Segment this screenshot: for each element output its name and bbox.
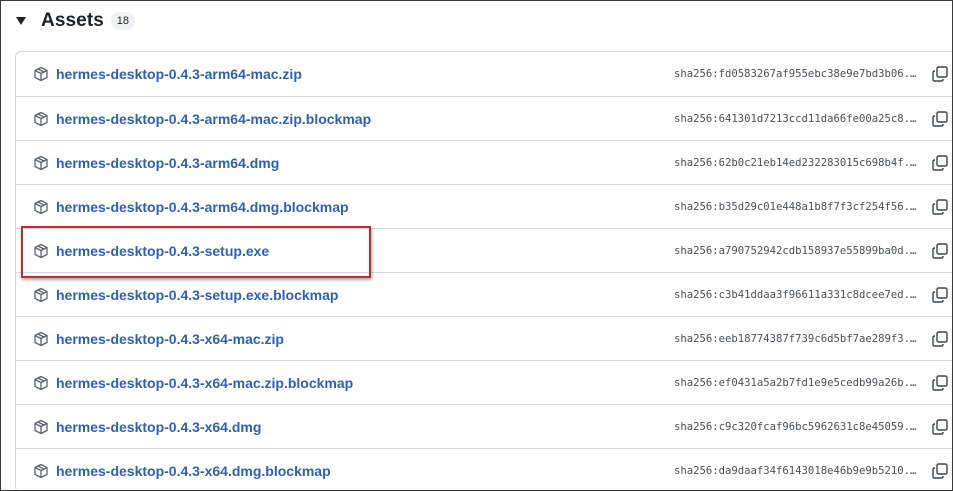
assets-panel: Assets 18 hermes-desktop-0.4.3-arm64-mac…: [0, 0, 953, 491]
assets-header: Assets 18: [13, 7, 135, 35]
copy-icon[interactable]: [931, 286, 949, 304]
asset-link[interactable]: hermes-desktop-0.4.3-x64-mac.zip: [56, 317, 284, 361]
assets-count-badge: 18: [110, 12, 135, 30]
asset-row: hermes-desktop-0.4.3-arm64.dmg.blockmap …: [16, 184, 952, 229]
package-icon: [33, 375, 49, 391]
copy-icon[interactable]: [931, 330, 949, 348]
copy-icon[interactable]: [931, 242, 949, 260]
asset-sha256: sha256:ef0431a5a2b7fd1e9e5cedb99a26b...: [674, 377, 920, 389]
package-icon: [33, 243, 49, 259]
asset-sha256: sha256:641301d7213ccd11da66fe00a25c8...: [674, 113, 920, 125]
package-icon: [33, 155, 49, 171]
asset-sha256: sha256:fd0583267af955ebc38e9e7bd3b06...: [674, 68, 920, 80]
copy-icon[interactable]: [931, 418, 949, 436]
package-icon: [33, 66, 49, 82]
asset-link[interactable]: hermes-desktop-0.4.3-arm64.dmg: [56, 141, 279, 185]
asset-row: hermes-desktop-0.4.3-arm64-mac.zip sha25…: [16, 52, 952, 96]
asset-link[interactable]: hermes-desktop-0.4.3-x64-mac.zip.blockma…: [56, 361, 353, 405]
copy-icon[interactable]: [931, 374, 949, 392]
asset-sha256: sha256:c9c320fcaf96bc5962631c8e45059...: [674, 421, 920, 433]
asset-sha256: sha256:62b0c21eb14ed232283015c698b4f...: [674, 157, 920, 169]
asset-link[interactable]: hermes-desktop-0.4.3-x64.dmg.blockmap: [56, 449, 331, 490]
asset-row: hermes-desktop-0.4.3-x64-mac.zip sha256:…: [16, 316, 952, 361]
asset-sha256: sha256:c3b41ddaa3f96611a331c8dcee7ed...: [674, 289, 920, 301]
asset-sha256: sha256:da9daaf34f6143018e46b9e9b5210...: [674, 465, 920, 477]
asset-row: hermes-desktop-0.4.3-setup.exe sha256:a7…: [16, 228, 952, 273]
asset-sha256: sha256:eeb18774387f739c6d5bf7ae289f3...: [674, 333, 920, 345]
copy-icon[interactable]: [931, 462, 949, 480]
asset-sha256: sha256:a790752942cdb158937e55899ba0d...: [674, 245, 920, 257]
triangle-down-icon[interactable]: [13, 13, 29, 29]
asset-row: hermes-desktop-0.4.3-arm64.dmg sha256:62…: [16, 140, 952, 185]
copy-icon[interactable]: [931, 65, 949, 83]
asset-link[interactable]: hermes-desktop-0.4.3-arm64.dmg.blockmap: [56, 185, 349, 229]
asset-link[interactable]: hermes-desktop-0.4.3-setup.exe: [56, 229, 269, 273]
asset-link[interactable]: hermes-desktop-0.4.3-setup.exe.blockmap: [56, 273, 338, 317]
assets-title: Assets: [41, 10, 104, 31]
package-icon: [33, 111, 49, 127]
package-icon: [33, 463, 49, 479]
package-icon: [33, 331, 49, 347]
asset-row: hermes-desktop-0.4.3-setup.exe.blockmap …: [16, 272, 952, 317]
copy-icon[interactable]: [931, 110, 949, 128]
copy-icon[interactable]: [931, 198, 949, 216]
asset-link[interactable]: hermes-desktop-0.4.3-x64.dmg: [56, 405, 261, 449]
asset-row: hermes-desktop-0.4.3-x64-mac.zip.blockma…: [16, 360, 952, 405]
asset-row: hermes-desktop-0.4.3-arm64-mac.zip.block…: [16, 96, 952, 141]
asset-row: hermes-desktop-0.4.3-x64.dmg sha256:c9c3…: [16, 404, 952, 449]
package-icon: [33, 287, 49, 303]
package-icon: [33, 199, 49, 215]
copy-icon[interactable]: [931, 154, 949, 172]
asset-link[interactable]: hermes-desktop-0.4.3-arm64-mac.zip: [56, 52, 302, 96]
asset-link[interactable]: hermes-desktop-0.4.3-arm64-mac.zip.block…: [56, 97, 371, 141]
asset-sha256: sha256:b35d29c01e448a1b8f7f3cf254f56...: [674, 201, 920, 213]
asset-row: hermes-desktop-0.4.3-x64.dmg.blockmap sh…: [16, 448, 952, 490]
assets-list: hermes-desktop-0.4.3-arm64-mac.zip sha25…: [15, 51, 952, 490]
package-icon: [33, 419, 49, 435]
